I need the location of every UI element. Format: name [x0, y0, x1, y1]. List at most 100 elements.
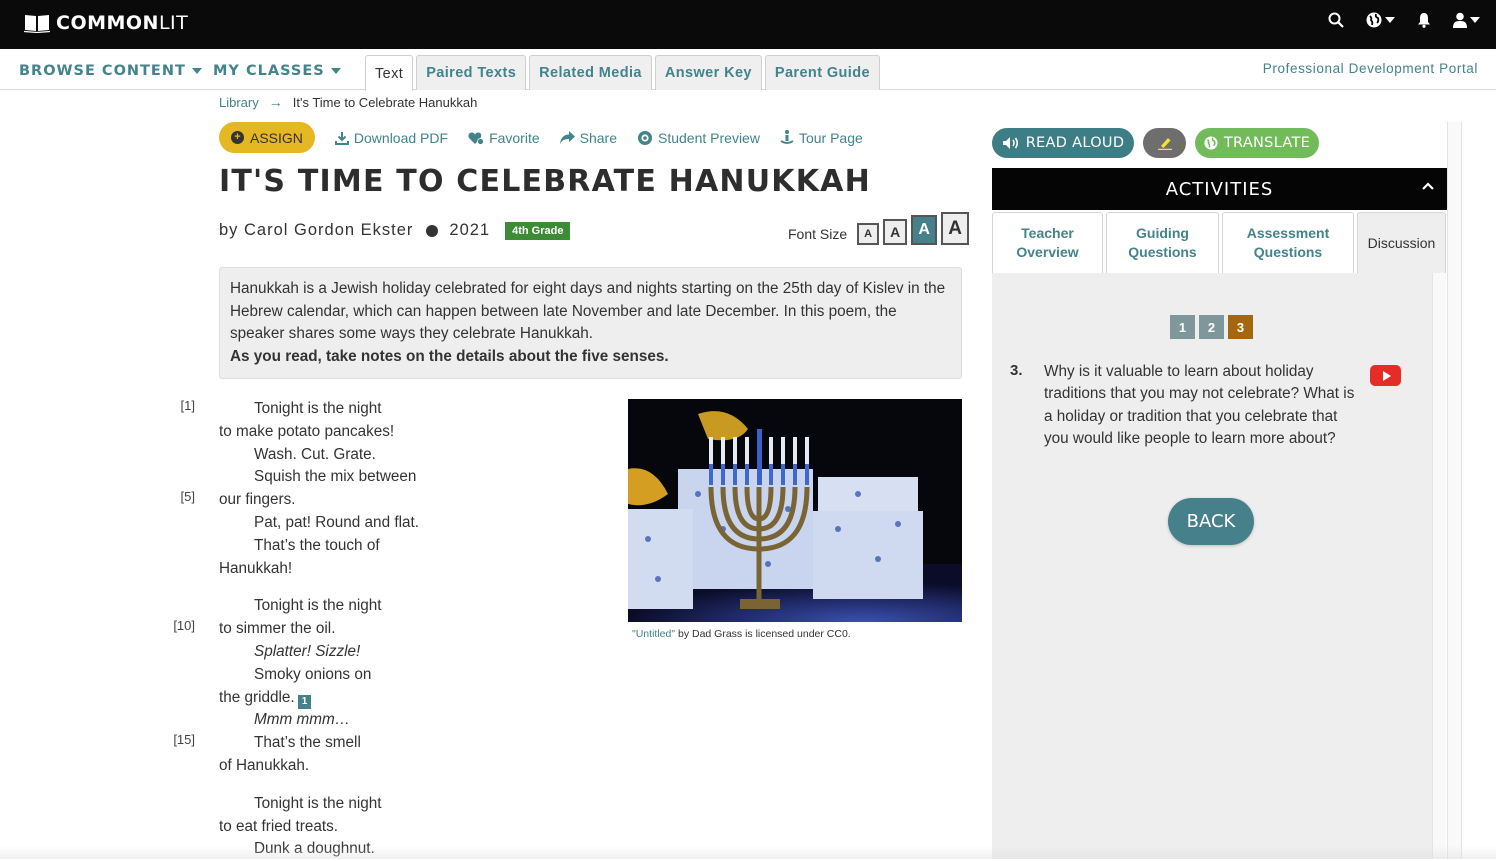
panel-scrollbar[interactable] — [1432, 273, 1446, 859]
poem-line: [1] Tonight is the night — [160, 398, 460, 421]
font-size-control: Font Size A A A A — [788, 212, 970, 245]
font-size-xlarge-button[interactable]: A — [941, 212, 970, 245]
chevron-down-icon — [191, 68, 202, 74]
chevron-down-icon — [1385, 17, 1395, 23]
poem-line-text: Smoky onions on — [254, 665, 372, 683]
arrow-right-icon: → — [268, 94, 283, 110]
footnote-marker[interactable]: 1 — [297, 694, 312, 709]
tab-guiding-questions[interactable]: Guiding Questions — [1106, 212, 1219, 273]
poem-line-text: Tonight is the night — [254, 597, 382, 615]
image-source-link[interactable]: "Untitled" — [632, 628, 675, 640]
poem-line-text: of Hanukkah. — [219, 756, 310, 774]
poem-line: Tonight is the night — [160, 793, 460, 816]
line-number: [10] — [173, 618, 195, 634]
brand-name: COMMONLIT — [56, 12, 189, 34]
share-icon — [559, 131, 575, 144]
chevron-down-icon — [330, 68, 341, 74]
favorite-label: Favorite — [489, 129, 540, 146]
back-button[interactable]: BACK — [1168, 498, 1254, 545]
year: 2021 — [449, 221, 491, 239]
poem-line: That’s the touch of — [160, 535, 460, 558]
assign-button[interactable]: + ASSIGN — [219, 122, 315, 153]
chevron-up-icon — [1422, 182, 1434, 190]
user-icon — [1453, 12, 1467, 28]
tab-answer-key[interactable]: Answer Key — [654, 55, 762, 90]
poem-line-text: Mmm mmm… — [254, 711, 351, 729]
intro-box: Hanukkah is a Jewish holiday celebrated … — [219, 267, 962, 379]
search-button[interactable] — [1328, 12, 1344, 28]
question-page-2[interactable]: 2 — [1199, 315, 1224, 339]
my-classes-menu[interactable]: MY CLASSES — [213, 63, 341, 79]
tab-text[interactable]: Text — [365, 55, 414, 91]
youtube-video-button[interactable] — [1370, 365, 1401, 386]
poem-line: Tonight is the night — [160, 595, 460, 618]
intro-text: Hanukkah is a Jewish holiday celebrated … — [230, 280, 946, 342]
poem-line: [15] That’s the smell — [160, 732, 460, 755]
menorah-photo — [628, 399, 962, 622]
eye-icon — [638, 130, 652, 145]
browse-content-menu[interactable]: BROWSE CONTENT — [19, 63, 202, 79]
poem-line-text: Pat, pat! Round and flat. — [254, 513, 419, 531]
volume-icon — [1002, 137, 1018, 149]
tour-page-button[interactable]: Tour Page — [780, 130, 863, 146]
globe-icon — [1204, 136, 1218, 150]
font-size-small-button[interactable]: A — [857, 223, 880, 245]
youtube-play-icon — [1382, 370, 1391, 381]
poem-line-text: Hanukkah! — [219, 559, 293, 577]
top-bar: COMMONLIT — [0, 0, 1496, 49]
highlighter-button[interactable] — [1143, 128, 1186, 158]
chevron-down-icon — [1470, 17, 1480, 23]
activities-header[interactable]: ACTIVITIES — [992, 168, 1447, 210]
poem-line: the griddle. 1 — [160, 687, 460, 710]
question-page-1[interactable]: 1 — [1170, 315, 1195, 339]
tab-related-media[interactable]: Related Media — [529, 55, 652, 90]
user-menu[interactable] — [1453, 12, 1480, 28]
download-icon — [334, 131, 349, 145]
tab-discussion[interactable]: Discussion — [1357, 212, 1446, 273]
poem-line-text: That’s the smell — [254, 734, 361, 752]
font-size-medium-button[interactable]: A — [883, 219, 908, 245]
poem-line-text: Tonight is the night — [254, 400, 382, 417]
tab-assessment-questions[interactable]: Assessment Questions — [1222, 212, 1354, 273]
poem-line: [5] our fingers. — [160, 489, 460, 512]
breadcrumb-library-link[interactable]: Library — [219, 95, 259, 110]
text-actions: + ASSIGN Download PDF Favorite Share Stu… — [219, 122, 863, 153]
text-title: IT'S TIME TO CELEBRATE HANUKKAH — [219, 164, 871, 199]
question-page-3[interactable]: 3 — [1228, 315, 1253, 339]
globe-icon — [1366, 12, 1382, 28]
tab-parent-guide[interactable]: Parent Guide — [764, 55, 880, 90]
favorite-button[interactable]: Favorite — [468, 130, 540, 146]
poem-line: Wash. Cut. Grate. — [160, 444, 460, 467]
poem-line-text: to simmer the oil. — [219, 620, 336, 638]
sidebar-scrollbar[interactable] — [1447, 122, 1462, 859]
tour-page-label: Tour Page — [798, 129, 863, 146]
poem-line-text: Wash. Cut. Grate. — [254, 445, 376, 463]
font-size-large-button[interactable]: A — [911, 215, 938, 245]
poem-line: Smoky onions on — [160, 664, 460, 687]
download-pdf-button[interactable]: Download PDF — [334, 130, 448, 146]
browse-content-label: BROWSE CONTENT — [19, 63, 186, 79]
image-caption: "Untitled" by Dad Grass is licensed unde… — [632, 628, 851, 640]
poem-line: to make potato pancakes! — [160, 421, 460, 444]
byline: by Carol Gordon Ekster 2021 4th Grade — [219, 221, 571, 240]
activity-tabs: Teacher Overview Guiding Questions Asses… — [992, 212, 1447, 273]
poem-line: Mmm mmm… — [160, 709, 460, 732]
tab-paired-texts[interactable]: Paired Texts — [416, 55, 527, 90]
notifications-button[interactable] — [1417, 12, 1431, 28]
reading-tools: READ ALOUD TRANSLATE — [992, 128, 1319, 158]
tab-teacher-overview[interactable]: Teacher Overview — [992, 212, 1103, 273]
pd-portal-link[interactable]: Professional Development Portal — [1263, 61, 1478, 76]
heart-plus-icon — [468, 132, 484, 145]
question-number: 3. — [1010, 362, 1023, 379]
poem-line-text: Squish the mix between — [254, 468, 417, 486]
breadcrumb-current: It's Time to Celebrate Hanukkah — [292, 94, 478, 110]
image-license-text: by Dad Grass is licensed under CC0. — [675, 628, 851, 640]
line-number: [15] — [173, 732, 195, 748]
translate-button[interactable]: TRANSLATE — [1195, 128, 1319, 158]
language-menu[interactable] — [1366, 12, 1395, 28]
menorah-image[interactable] — [628, 399, 962, 622]
read-aloud-button[interactable]: READ ALOUD — [992, 128, 1134, 158]
commonlit-logo[interactable]: COMMONLIT — [24, 12, 188, 34]
student-preview-button[interactable]: Student Preview — [637, 130, 760, 146]
share-button[interactable]: Share — [559, 130, 617, 146]
